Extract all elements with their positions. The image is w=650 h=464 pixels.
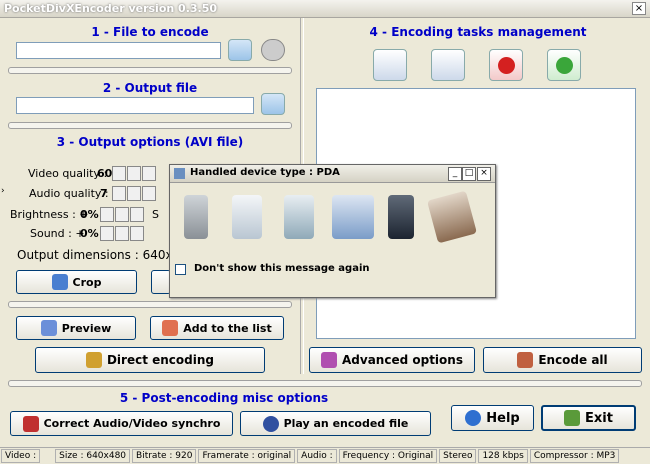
direct-encoding-label: Direct encoding <box>106 353 215 367</box>
preview-label: Preview <box>61 321 112 335</box>
handheld-device-icon <box>284 195 314 239</box>
window-title: PocketDivXEncoder version 0.3.50 <box>4 2 218 15</box>
sound-value: 0% <box>80 227 99 240</box>
dialog-title-bar: Handled device type : PDA _ □ × <box>170 165 495 183</box>
device-type-dialog: Handled device type : PDA _ □ × Don't sh… <box>169 164 496 298</box>
status-bitrate: Bitrate : 920 <box>132 449 197 463</box>
smartphone-device-icon <box>388 195 414 239</box>
separator-2 <box>8 122 292 129</box>
section-1-title: 1 - File to encode <box>91 25 209 39</box>
dont-show-checkbox[interactable] <box>175 264 186 275</box>
monitor-device-icon <box>332 195 374 239</box>
brightness-stepper[interactable] <box>99 207 144 222</box>
play-encoded-button[interactable]: Play an encoded file <box>240 411 431 436</box>
crop-button[interactable]: Crop <box>16 270 137 294</box>
play-icon <box>262 415 279 432</box>
help-icon <box>465 410 482 426</box>
status-stereo: Stereo <box>439 449 477 463</box>
exit-button[interactable]: Exit <box>541 405 636 431</box>
add-to-list-label: Add to the list <box>183 321 272 335</box>
output-dimensions-label: Output dimensions : 640x <box>17 248 173 262</box>
section-3-title: 3 - Output options (AVI file) <box>56 135 244 149</box>
sound-label: Sound : + <box>30 227 85 240</box>
section-4-title: 4 - Encoding tasks management <box>369 25 587 39</box>
help-button[interactable]: Help <box>451 405 534 431</box>
exit-label: Exit <box>585 410 613 426</box>
separator-1 <box>8 67 292 74</box>
refresh-icon[interactable] <box>547 49 581 81</box>
sync-icon <box>22 415 39 432</box>
hidden-button-partial[interactable] <box>151 270 171 294</box>
brightness-label: Brightness : + <box>10 208 89 221</box>
media-player-device-icon <box>426 190 478 244</box>
advanced-options-button[interactable]: Advanced options <box>309 347 475 373</box>
crop-label: Crop <box>72 275 102 289</box>
add-list-icon <box>162 320 179 336</box>
play-encoded-label: Play an encoded file <box>283 417 409 430</box>
mouse-icon[interactable] <box>373 49 407 81</box>
delete-icon[interactable] <box>489 49 523 81</box>
section-5-title: 5 - Post-encoding misc options <box>119 391 329 405</box>
status-audio: Audio : <box>297 449 337 463</box>
dialog-app-icon <box>174 168 185 179</box>
dialog-maximize-button[interactable]: □ <box>462 167 476 181</box>
browse-output-icon[interactable] <box>261 93 285 115</box>
advanced-options-label: Advanced options <box>342 353 463 367</box>
correct-av-sync-button[interactable]: Correct Audio/Video synchro <box>10 411 233 436</box>
crop-icon <box>51 274 68 290</box>
video-quality-label: Video quality : <box>28 167 108 180</box>
exit-icon <box>564 410 581 426</box>
output-file-input[interactable] <box>16 97 254 114</box>
preview-button[interactable]: Preview <box>16 316 136 340</box>
dialog-minimize-button[interactable]: _ <box>448 167 462 181</box>
help-label: Help <box>486 410 520 426</box>
printer-icon[interactable] <box>431 49 465 81</box>
title-bar: PocketDivXEncoder version 0.3.50 × <box>0 0 650 18</box>
direct-encoding-button[interactable]: Direct encoding <box>35 347 265 373</box>
status-video: Video : <box>1 449 41 463</box>
separator-3 <box>8 301 292 308</box>
expand-arrow-icon[interactable]: › <box>1 186 9 200</box>
pda-device-icon <box>232 195 262 239</box>
phone-device-icon <box>184 195 208 239</box>
encode-all-icon <box>517 352 534 368</box>
correct-av-label: Correct Audio/Video synchro <box>43 417 221 430</box>
window-close-button[interactable]: × <box>632 2 646 15</box>
encode-all-label: Encode all <box>538 353 608 367</box>
file-to-encode-input[interactable] <box>16 42 221 59</box>
dialog-title: Handled device type : PDA <box>190 167 340 178</box>
s-partial-label: S <box>152 208 159 221</box>
audio-quality-label: Audio quality : <box>29 187 109 200</box>
section-2-title: 2 - Output file <box>102 81 198 95</box>
sound-stepper[interactable] <box>99 226 144 241</box>
preview-icon <box>40 320 57 336</box>
browse-input-icon[interactable] <box>228 39 252 61</box>
brightness-value: 0% <box>80 208 99 221</box>
info-icon[interactable] <box>261 39 285 61</box>
status-framerate: Framerate : original <box>198 449 296 463</box>
encode-all-button[interactable]: Encode all <box>483 347 642 373</box>
status-bar: Video : Size : 640x480 Bitrate : 920 Fra… <box>0 447 650 464</box>
dont-show-label: Don't show this message again <box>194 263 370 274</box>
status-frequency: Frequency : Original <box>338 449 438 463</box>
gear-icon <box>85 352 102 368</box>
video-quality-stepper[interactable] <box>111 166 156 181</box>
dialog-close-button[interactable]: × <box>477 167 491 181</box>
audio-quality-stepper[interactable] <box>111 186 156 201</box>
advanced-options-icon <box>321 352 337 368</box>
add-to-list-button[interactable]: Add to the list <box>150 316 284 340</box>
status-size: Size : 640x480 <box>55 449 131 463</box>
status-compressor: Compressor : MP3 <box>529 449 620 463</box>
separator-4 <box>8 380 642 387</box>
audio-quality-value: 7 <box>100 187 108 200</box>
status-kbps: 128 kbps <box>478 449 528 463</box>
